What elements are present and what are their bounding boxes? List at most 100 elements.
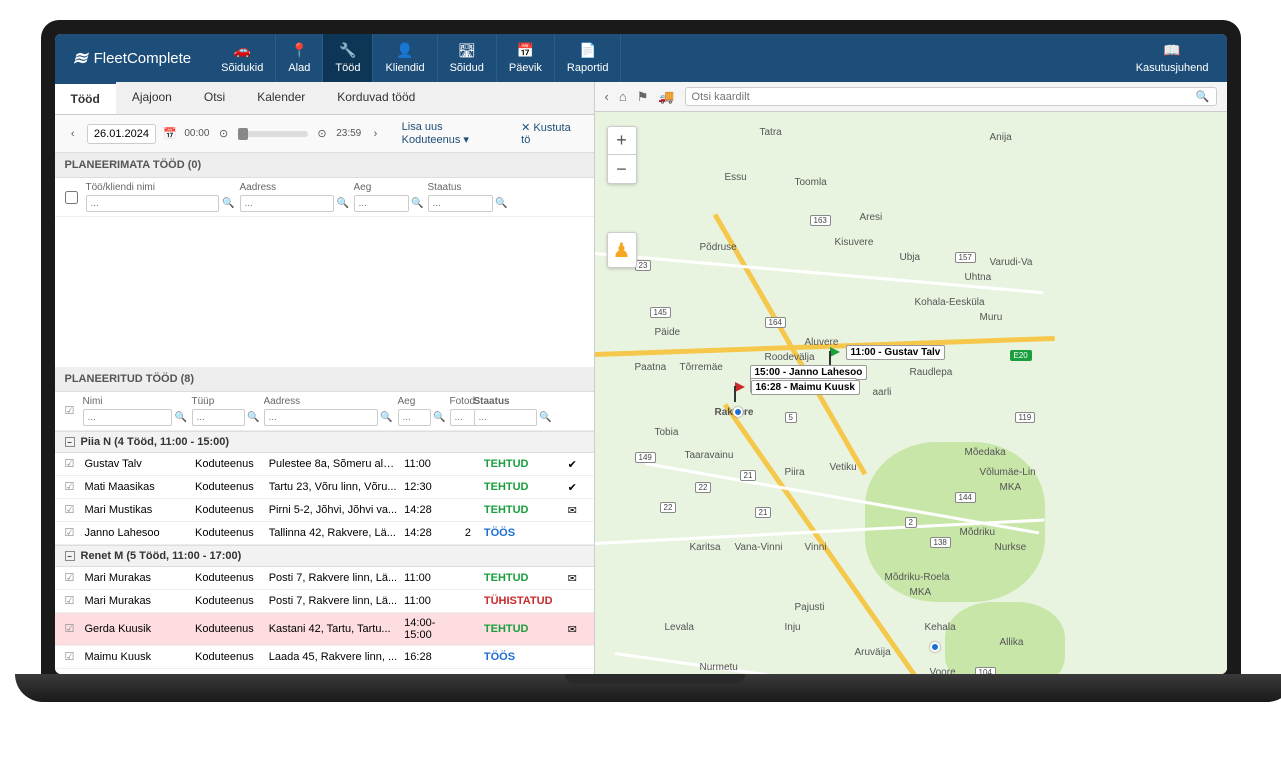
filter-name[interactable] — [86, 195, 220, 212]
nav-raportid[interactable]: 📄Raportid — [555, 34, 622, 82]
table-row[interactable]: ☑Maimu KuuskKoduteenusLaada 45, Rakvere … — [55, 646, 594, 669]
row-checkbox[interactable]: ☑ — [65, 622, 79, 636]
tab-kalender[interactable]: Kalender — [241, 82, 321, 114]
search-icon[interactable]: 🔍 — [1196, 90, 1210, 103]
time-start-pick[interactable]: ⊙ — [215, 125, 231, 143]
search-icon[interactable]: 🔍 — [221, 196, 235, 212]
table-row[interactable]: ☑Mati MaasikasKoduteenusTartu 23, Võru l… — [55, 476, 594, 499]
date-input[interactable]: 26.01.2024 — [87, 124, 156, 144]
nav-tööd[interactable]: 🔧Tööd — [323, 34, 373, 82]
search-icon[interactable]: 🔍 — [411, 196, 423, 212]
filter-time[interactable] — [398, 409, 432, 426]
nav-icon: 📍 — [291, 42, 308, 59]
group-header[interactable]: −Renet M (5 Tööd, 11:00 - 17:00) — [55, 545, 594, 567]
map-back-icon[interactable]: ‹ — [605, 89, 609, 104]
time-end-pick[interactable]: ⊙ — [314, 125, 330, 143]
map-search-input[interactable] — [692, 91, 1196, 103]
filter-name[interactable] — [83, 409, 173, 426]
group-header[interactable]: −Piia N (4 Tööd, 11:00 - 15:00) — [55, 431, 594, 453]
filter-status[interactable] — [428, 195, 493, 212]
col-addr: Aadress — [264, 396, 394, 407]
map-dot[interactable] — [733, 407, 743, 417]
route-badge: 119 — [1015, 412, 1036, 423]
search-icon[interactable]: 🔍 — [247, 410, 259, 426]
map-marker[interactable]: 11:00 - Gustav Talv — [830, 347, 840, 357]
calendar-icon[interactable]: 📅 — [162, 125, 178, 143]
zoom-in-button[interactable]: + — [608, 127, 636, 155]
map-marker[interactable]: 16:28 - Maimu Kuusk — [735, 382, 745, 392]
flag-icon[interactable]: ⚑ — [637, 89, 649, 105]
tab-ajajoon[interactable]: Ajajoon — [116, 82, 188, 114]
map-town-label: Vana-Vinni — [735, 542, 783, 553]
nav-kliendid[interactable]: 👤Kliendid — [373, 34, 437, 82]
nav-alad[interactable]: 📍Alad — [276, 34, 323, 82]
table-row[interactable]: ☑Janno LahesooKoduteenusTallinna 42, Rak… — [55, 522, 594, 545]
select-all-unplanned[interactable] — [65, 191, 78, 204]
zoom-out-button[interactable]: − — [608, 155, 636, 183]
filter-status[interactable] — [474, 409, 537, 426]
collapse-icon[interactable]: − — [65, 437, 75, 447]
table-row[interactable]: ☑Gustav TalvKoduteenusPulestee 8a, Sõmer… — [55, 453, 594, 476]
streetview-pegman[interactable]: ♟ — [607, 232, 637, 268]
nav-sõidukid[interactable]: 🚗Sõidukid — [209, 34, 276, 82]
search-icon[interactable]: 🔍 — [380, 410, 394, 426]
cell-type: Koduteenus — [195, 595, 263, 607]
map-search[interactable]: 🔍 — [685, 87, 1217, 106]
time-slider[interactable] — [238, 131, 308, 137]
filter-time[interactable] — [354, 195, 410, 212]
table-row[interactable]: ☑Mari MustikasKoduteenusPirni 5-2, Jõhvi… — [55, 499, 594, 522]
row-checkbox[interactable]: ☑ — [65, 480, 79, 494]
map-town-label: Vetiku — [830, 462, 857, 473]
route-badge: 145 — [650, 307, 671, 318]
row-checkbox[interactable]: ☑ — [65, 457, 79, 471]
tab-otsi[interactable]: Otsi — [188, 82, 241, 114]
home-icon[interactable]: ⌂ — [619, 89, 627, 104]
cell-time: 11:00 — [404, 595, 452, 607]
group-title: Renet M (5 Tööd, 11:00 - 17:00) — [81, 550, 242, 562]
map-dot[interactable] — [930, 642, 940, 652]
cell-extra-icon: ✉ — [568, 572, 584, 585]
nav-päevik[interactable]: 📅Päevik — [497, 34, 555, 82]
add-new-link[interactable]: Lisa uus Koduteenus ▾ — [396, 121, 509, 146]
collapse-icon[interactable]: − — [65, 551, 75, 561]
search-icon[interactable]: 🔍 — [539, 410, 552, 426]
filter-addr[interactable] — [264, 409, 378, 426]
tab-tööd[interactable]: Tööd — [55, 82, 116, 114]
route-badge: 164 — [765, 317, 786, 328]
search-icon[interactable]: 🔍 — [174, 410, 187, 426]
row-checkbox[interactable]: ☑ — [65, 594, 79, 608]
search-icon[interactable]: 🔍 — [433, 410, 445, 426]
filter-addr[interactable] — [240, 195, 334, 212]
group-title: Piia N (4 Tööd, 11:00 - 15:00) — [81, 436, 230, 448]
table-row[interactable]: ☑Mari MurakasKoduteenusPosti 7, Rakvere … — [55, 590, 594, 613]
filter-type[interactable] — [192, 409, 246, 426]
route-badge: 157 — [955, 252, 976, 263]
cell-name: Janno Lahesoo — [84, 527, 189, 539]
map-town-label: Essu — [725, 172, 747, 183]
cell-name: Mari Murakas — [84, 572, 189, 584]
delete-link[interactable]: ✕ Kustuta tö — [515, 121, 583, 146]
cell-addr: Tallinna 42, Rakvere, Lä... — [269, 527, 398, 539]
table-row[interactable]: ☑Mari MurakasKoduteenusPosti 7, Rakvere … — [55, 567, 594, 590]
prev-day-button[interactable]: ‹ — [65, 125, 81, 143]
search-icon[interactable]: 🔍 — [495, 196, 508, 212]
cell-extra-icon: ✉ — [568, 504, 584, 517]
row-checkbox[interactable]: ☑ — [65, 571, 79, 585]
map-surface[interactable]: TatraEssuToomlaAnijaAresiKisuvereUbjaPõd… — [595, 112, 1227, 674]
search-icon[interactable]: 🔍 — [336, 196, 350, 212]
row-checkbox[interactable]: ☑ — [65, 503, 79, 517]
row-checkbox[interactable]: ☑ — [65, 650, 79, 664]
cell-addr: Tartu 23, Võru linn, Võru... — [269, 481, 398, 493]
row-checkbox[interactable]: ☑ — [65, 526, 79, 540]
table-row[interactable]: ☑Gerda KuusikKoduteenusKastani 42, Tartu… — [55, 613, 594, 646]
next-day-button[interactable]: › — [367, 125, 383, 143]
nav-sõidud[interactable]: 🛣Sõidud — [438, 34, 497, 82]
help-link[interactable]: 📖 Kasutusjuhend — [1118, 42, 1227, 74]
cell-addr: Kastani 42, Tartu, Tartu... — [269, 623, 398, 635]
select-all-planned[interactable]: ☑ — [65, 404, 79, 418]
map-town-label: Tõrremäe — [680, 362, 723, 373]
tab-korduvad tööd[interactable]: Korduvad tööd — [321, 82, 431, 114]
nav-icon: 👤 — [396, 42, 413, 59]
cell-photo: 2 — [458, 527, 478, 539]
truck-icon[interactable]: 🚚 — [658, 89, 674, 105]
